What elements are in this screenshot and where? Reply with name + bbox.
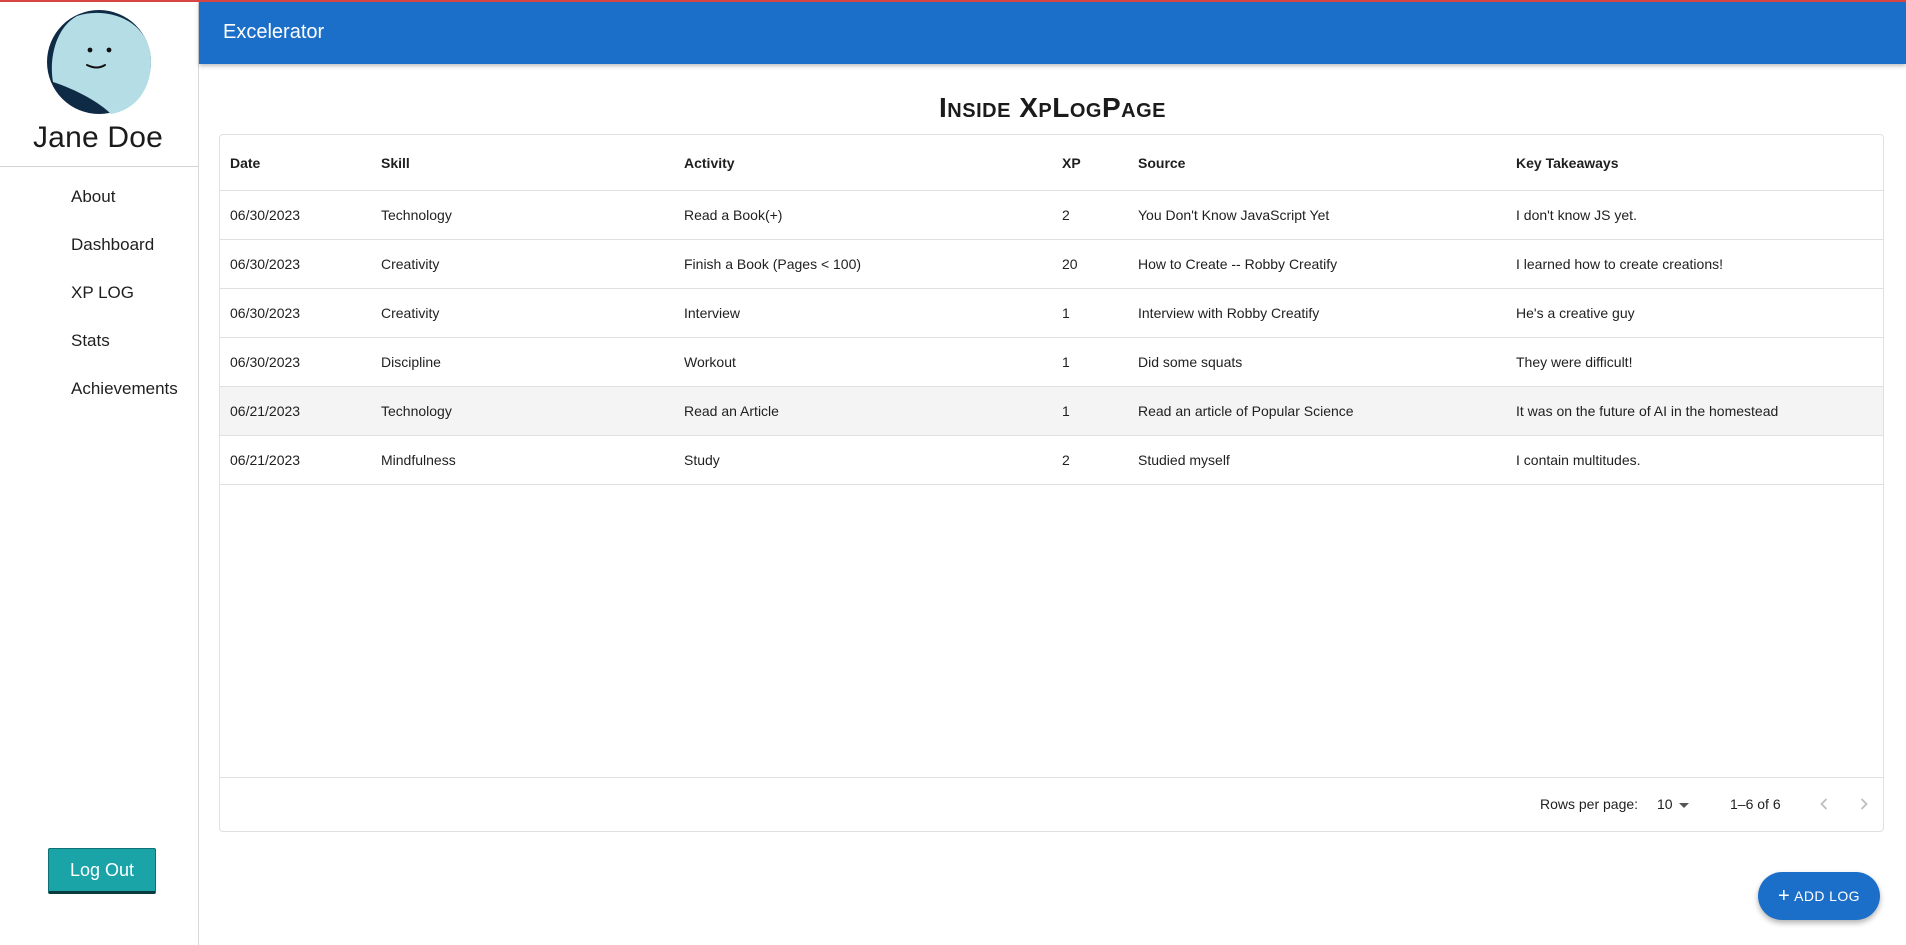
previous-page-button[interactable] bbox=[1812, 792, 1836, 816]
cell-activity: Read a Book(+) bbox=[684, 207, 783, 223]
cell-xp: 1 bbox=[1062, 305, 1070, 321]
sidebar-item-stats[interactable]: Stats bbox=[0, 321, 198, 369]
cell-activity: Read an Article bbox=[684, 403, 779, 419]
cell-xp: 20 bbox=[1062, 256, 1078, 272]
table-pagination: Rows per page: 10 1–6 of 6 bbox=[220, 777, 1883, 831]
smiley-avatar-icon bbox=[47, 10, 152, 115]
cell-key-takeaways: I learned how to create creations! bbox=[1516, 256, 1724, 272]
cell-key-takeaways: They were difficult! bbox=[1516, 354, 1633, 370]
column-header-key-takeaways[interactable]: Key Takeaways bbox=[1506, 135, 1885, 190]
column-header-activity[interactable]: Activity bbox=[674, 135, 1052, 190]
rows-per-page-label: Rows per page: bbox=[1540, 796, 1639, 812]
cell-date: 06/30/2023 bbox=[230, 207, 301, 223]
top-edge-line bbox=[0, 0, 1906, 2]
column-header-source[interactable]: Source bbox=[1128, 135, 1506, 190]
column-header-date[interactable]: Date bbox=[220, 135, 371, 190]
table-row[interactable]: 06/30/2023 Creativity Interview 1 Interv… bbox=[220, 289, 1883, 338]
chevron-right-icon bbox=[1860, 798, 1868, 810]
cell-source: How to Create -- Robby Creatify bbox=[1138, 256, 1338, 272]
cell-skill: Technology bbox=[381, 403, 452, 419]
cell-activity: Study bbox=[684, 452, 720, 468]
cell-source: Studied myself bbox=[1138, 452, 1230, 468]
cell-source: Read an article of Popular Science bbox=[1138, 403, 1354, 419]
cell-key-takeaways: I contain multitudes. bbox=[1516, 452, 1641, 468]
cell-source: Interview with Robby Creatify bbox=[1138, 305, 1320, 321]
pagination-range: 1–6 of 6 bbox=[1730, 796, 1781, 812]
table-header: Date Skill Activity XP Source Key Takeaw… bbox=[220, 135, 1883, 191]
cell-key-takeaways: I don't know JS yet. bbox=[1516, 207, 1637, 223]
app-title: Excelerator bbox=[223, 21, 325, 43]
rows-per-page-value: 10 bbox=[1657, 796, 1673, 812]
sidebar-divider bbox=[0, 166, 198, 167]
cell-skill: Technology bbox=[381, 207, 452, 223]
cell-xp: 1 bbox=[1062, 354, 1070, 370]
sidebar-item-about[interactable]: About bbox=[0, 177, 198, 225]
sidebar-nav: About Dashboard XP LOG Stats Achievement… bbox=[0, 177, 198, 417]
cell-key-takeaways: He's a creative guy bbox=[1516, 305, 1635, 321]
cell-date: 06/21/2023 bbox=[230, 403, 301, 419]
cell-xp: 2 bbox=[1062, 207, 1070, 223]
table-body: 06/30/2023 Technology Read a Book(+) 2 Y… bbox=[220, 191, 1883, 485]
cell-source: Did some squats bbox=[1138, 354, 1243, 370]
cell-source: You Don't Know JavaScript Yet bbox=[1138, 207, 1330, 223]
avatar bbox=[47, 10, 152, 115]
cell-skill: Mindfulness bbox=[381, 452, 456, 468]
cell-date: 06/30/2023 bbox=[230, 354, 301, 370]
table-row[interactable]: 06/21/2023 Technology Read an Article 1 … bbox=[220, 387, 1883, 436]
user-name: Jane Doe bbox=[32, 121, 164, 154]
table-row[interactable]: 06/30/2023 Discipline Workout 1 Did some… bbox=[220, 338, 1883, 387]
sidebar: Jane Doe About Dashboard XP LOG Stats Ac… bbox=[0, 0, 199, 945]
cell-date: 06/30/2023 bbox=[230, 256, 301, 272]
cell-date: 06/30/2023 bbox=[230, 305, 301, 321]
table-row[interactable]: 06/30/2023 Creativity Finish a Book (Pag… bbox=[220, 240, 1883, 289]
page-title: Inside XpLogPage bbox=[939, 92, 1166, 123]
cell-skill: Creativity bbox=[381, 256, 440, 272]
cell-activity: Interview bbox=[684, 305, 741, 321]
plus-icon: + bbox=[1778, 885, 1791, 907]
cell-key-takeaways: It was on the future of AI in the homest… bbox=[1516, 403, 1779, 419]
app-bar: Excelerator bbox=[199, 0, 1906, 64]
add-log-label: ADD LOG bbox=[1794, 888, 1860, 904]
cell-date: 06/21/2023 bbox=[230, 452, 301, 468]
sidebar-item-achievements[interactable]: Achievements bbox=[0, 369, 198, 417]
column-header-skill[interactable]: Skill bbox=[371, 135, 674, 190]
sidebar-item-dashboard[interactable]: Dashboard bbox=[0, 225, 198, 273]
table-row[interactable]: 06/30/2023 Technology Read a Book(+) 2 Y… bbox=[220, 191, 1883, 240]
column-header-xp[interactable]: XP bbox=[1052, 135, 1128, 190]
cell-skill: Discipline bbox=[381, 354, 441, 370]
next-page-button[interactable] bbox=[1852, 792, 1876, 816]
rows-per-page-select[interactable]: 10 bbox=[1657, 778, 1689, 830]
cell-xp: 2 bbox=[1062, 452, 1070, 468]
cell-skill: Creativity bbox=[381, 305, 440, 321]
logout-button[interactable]: Log Out bbox=[48, 848, 156, 894]
table-row[interactable]: 06/21/2023 Mindfulness Study 2 Studied m… bbox=[220, 436, 1883, 485]
xp-log-table: Date Skill Activity XP Source Key Takeaw… bbox=[219, 134, 1884, 832]
caret-down-icon bbox=[1678, 802, 1689, 808]
chevron-left-icon bbox=[1820, 798, 1828, 810]
add-log-button[interactable]: + ADD LOG bbox=[1758, 872, 1880, 920]
cell-activity: Finish a Book (Pages < 100) bbox=[684, 256, 862, 272]
sidebar-item-xp-log[interactable]: XP LOG bbox=[0, 273, 198, 321]
cell-activity: Workout bbox=[684, 354, 736, 370]
cell-xp: 1 bbox=[1062, 403, 1070, 419]
